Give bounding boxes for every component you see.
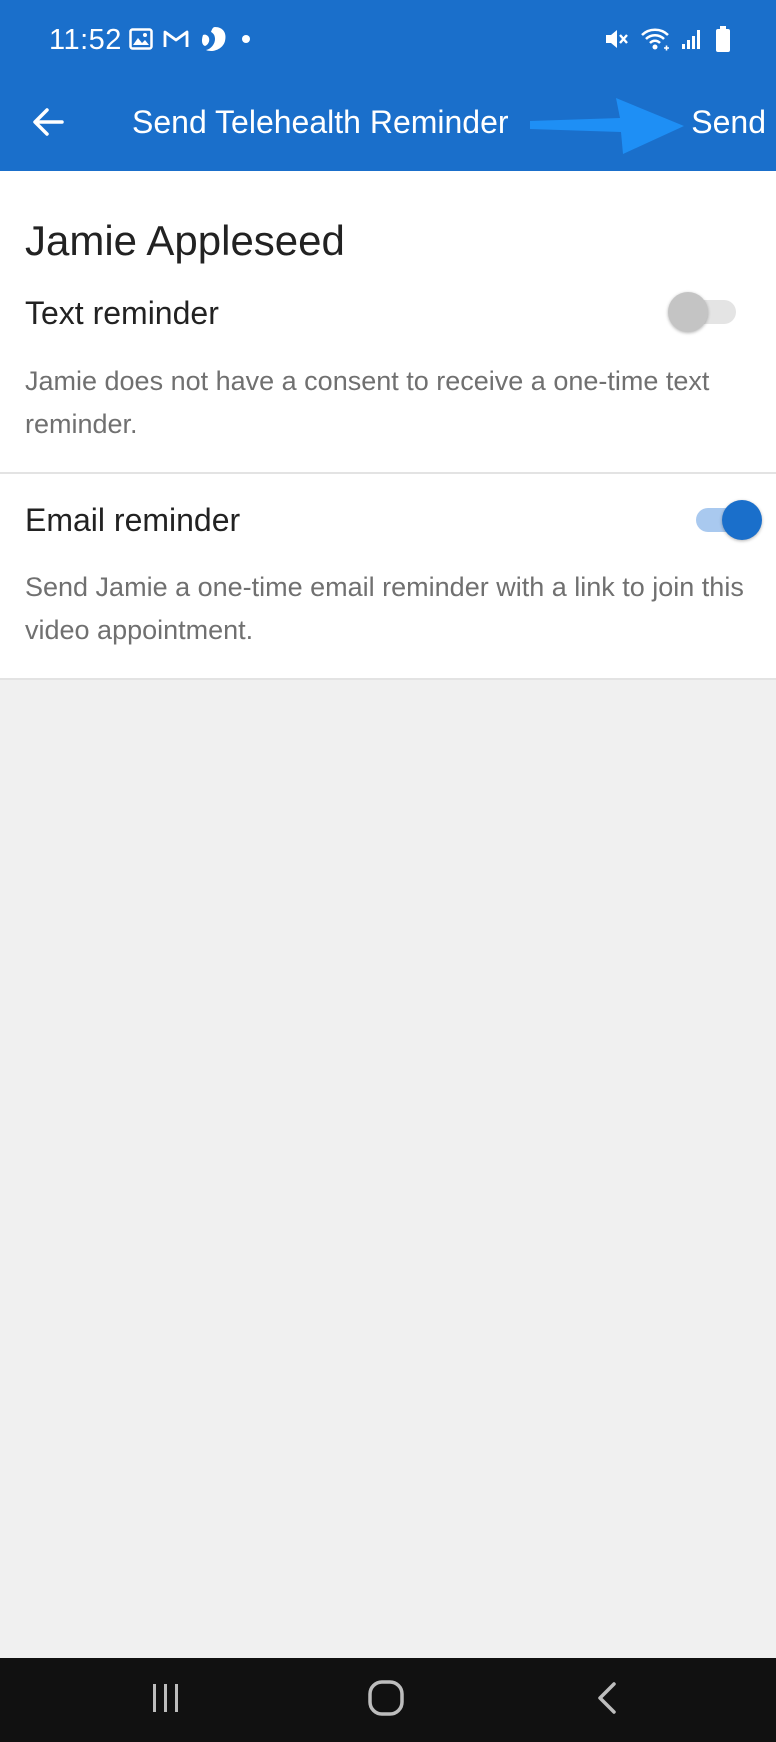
dot-icon — [239, 32, 253, 51]
patient-name: Jamie Appleseed — [25, 217, 345, 264]
recents-icon — [149, 1682, 183, 1719]
back-button[interactable] — [20, 96, 76, 152]
screen: 11:52 Send Telehealth Reminder Send Jami… — [0, 0, 776, 1742]
phone-app-icon — [199, 25, 229, 58]
app-bar: Send Telehealth Reminder Send — [0, 80, 776, 171]
top-bar: 11:52 Send Telehealth Reminder Send — [0, 0, 776, 171]
arrow-left-icon — [31, 107, 65, 142]
wifi-icon — [640, 26, 670, 57]
send-button[interactable]: Send — [691, 100, 766, 144]
text-reminder-toggle[interactable] — [668, 292, 738, 332]
text-reminder-description: Jamie does not have a consent to receive… — [25, 366, 710, 439]
home-button[interactable] — [354, 1672, 418, 1728]
toggle-thumb — [668, 292, 708, 332]
back-icon — [595, 1681, 619, 1720]
status-bar: 11:52 — [0, 0, 776, 80]
status-right-icons — [604, 24, 732, 58]
text-reminder-label: Text reminder — [25, 295, 219, 331]
email-reminder-toggle[interactable] — [686, 500, 762, 540]
email-reminder-section: Email reminder Send Jamie a one-time ema… — [0, 474, 776, 680]
mute-icon — [604, 26, 630, 57]
home-icon — [367, 1679, 405, 1722]
signal-icon — [680, 27, 704, 56]
gmail-icon — [163, 29, 189, 54]
toggle-thumb — [722, 500, 762, 540]
battery-icon — [714, 25, 732, 58]
email-reminder-description: Send Jamie a one-time email reminder wit… — [25, 572, 744, 645]
recents-button[interactable] — [134, 1672, 198, 1728]
page-title: Send Telehealth Reminder — [132, 104, 509, 140]
email-reminder-label: Email reminder — [25, 502, 241, 538]
text-reminder-section: Jamie Appleseed Text reminder Jamie does… — [0, 171, 776, 474]
system-nav-bar — [0, 1658, 776, 1742]
annotation-arrow-icon — [530, 98, 684, 154]
system-back-button[interactable] — [575, 1672, 639, 1728]
status-left-icons — [129, 26, 253, 56]
gallery-icon — [129, 27, 153, 55]
status-time: 11:52 — [49, 24, 122, 56]
